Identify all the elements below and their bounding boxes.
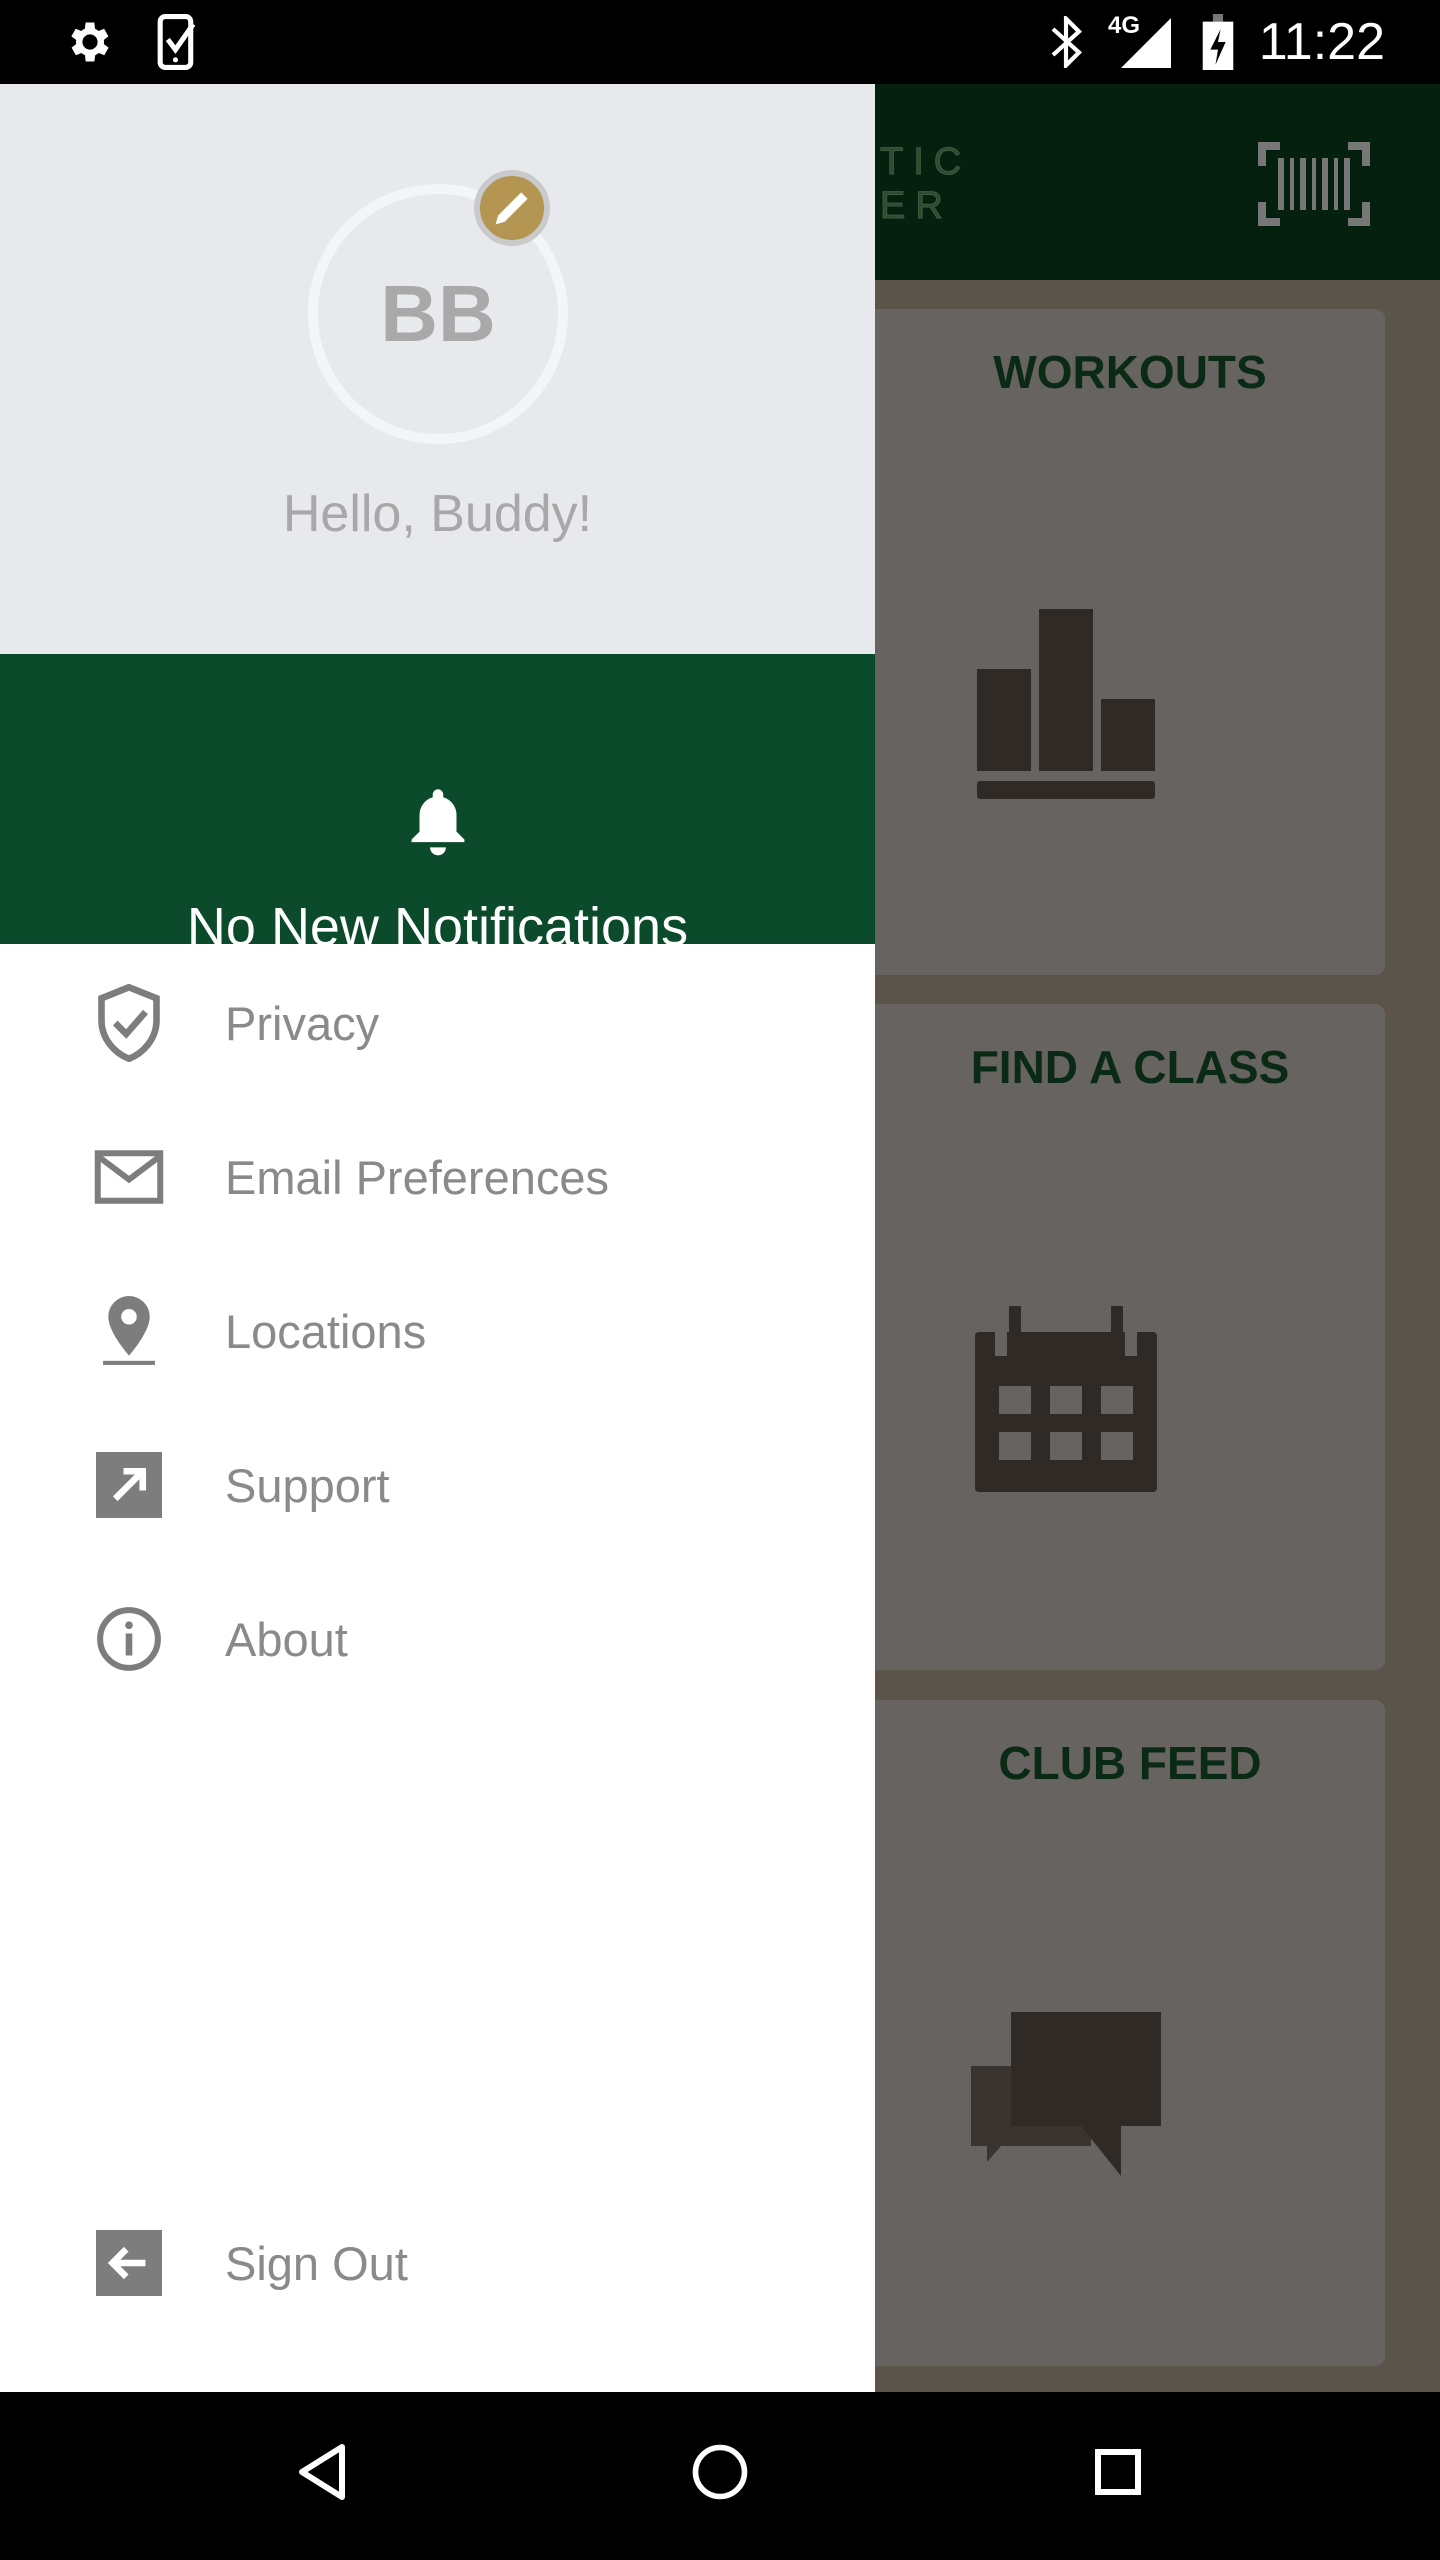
sign-out-button[interactable]: Sign Out [0, 2188, 875, 2338]
card-title: FIND A CLASS [970, 1041, 1290, 1093]
app-logo: TIC ER [879, 140, 972, 228]
menu-icon-wrap [89, 1445, 169, 1525]
sign-out-label: Sign Out [225, 2236, 408, 2290]
card-title: CLUB FEED [998, 1737, 1262, 1789]
home-icon[interactable] [692, 2444, 748, 2500]
menu-item-privacy[interactable]: Privacy [0, 948, 875, 1098]
greeting: Hello, Buddy! [282, 485, 593, 543]
menu-icon-wrap [89, 1137, 169, 1217]
menu-item-about[interactable]: About [0, 1564, 875, 1714]
menu-item-label: About [225, 1612, 348, 1666]
navigation-drawer: BB Hello, Buddy! No New Notifications Pr… [0, 84, 875, 2392]
menu-icon-wrap [89, 1599, 169, 1679]
signal-4g-icon [1121, 18, 1171, 68]
menu-item-locations[interactable]: Locations [0, 1256, 875, 1406]
shield-check-icon [98, 984, 160, 1062]
sign-out-icon [96, 2230, 162, 2296]
logo-line-2: ER [879, 185, 953, 228]
menu-item-label: Email Preferences [225, 1150, 609, 1204]
menu-item-email-preferences[interactable]: Email Preferences [0, 1102, 875, 1252]
bell-icon [411, 789, 465, 856]
settings-icon [71, 22, 109, 62]
external-link-icon [96, 1452, 162, 1518]
menu-item-label: Support [225, 1458, 390, 1512]
menu-item-label: Privacy [225, 996, 380, 1050]
bluetooth-icon [1051, 16, 1083, 68]
menu-icon-wrap [89, 2223, 169, 2303]
clock: 11:22 [1258, 13, 1385, 71]
card-workouts[interactable]: WORKOUTS [875, 309, 1385, 975]
notifications-panel[interactable]: No New Notifications [0, 654, 875, 957]
calendar-icon [975, 1306, 1157, 1492]
back-icon[interactable] [296, 2442, 348, 2502]
card-title: WORKOUTS [993, 346, 1267, 398]
menu-icon-wrap [89, 983, 169, 1063]
info-icon [97, 1607, 161, 1671]
chat-icon [971, 2012, 1161, 2176]
battery-charging-icon [1202, 14, 1234, 70]
barcode-scan-icon[interactable] [1258, 142, 1370, 226]
status-bar: 4G 11:22 [0, 0, 1440, 84]
logo-line-1: TIC [879, 141, 972, 184]
pencil-icon [495, 192, 528, 225]
phone-check-icon [157, 14, 196, 70]
menu-item-support[interactable]: Support [0, 1410, 875, 1560]
edit-avatar-button[interactable] [474, 170, 550, 246]
menu-item-label: Locations [225, 1304, 427, 1358]
system-nav-bar [0, 2392, 1440, 2560]
email-icon [94, 1150, 164, 1204]
menu-icon-wrap [89, 1291, 169, 1371]
bar-chart-icon [977, 609, 1155, 799]
recents-icon[interactable] [1094, 2448, 1142, 2496]
location-pin-icon [103, 1296, 155, 1365]
card-club-feed[interactable]: CLUB FEED [875, 1700, 1385, 2366]
card-find-a-class[interactable]: FIND A CLASS [875, 1004, 1385, 1670]
profile-header: BB Hello, Buddy! [0, 84, 875, 654]
